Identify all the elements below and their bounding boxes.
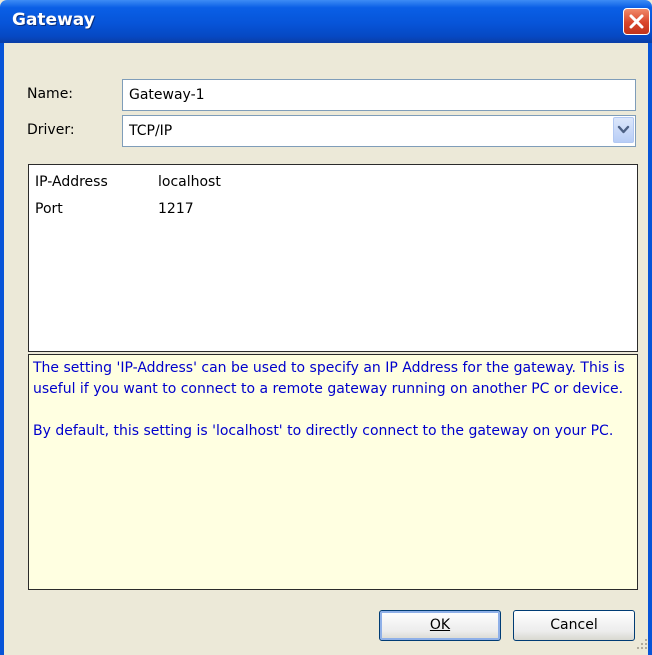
close-button[interactable] [623, 8, 650, 35]
name-field[interactable]: Gateway-1 [122, 79, 636, 111]
ok-button-label: OK [429, 617, 451, 633]
description-paragraph: By default, this setting is 'localhost' … [33, 423, 614, 439]
property-name: IP-Address [35, 174, 108, 190]
cancel-button-label: Cancel [550, 617, 598, 633]
window-frame-right [648, 43, 652, 655]
property-value[interactable]: localhost [158, 174, 221, 190]
property-value[interactable]: 1217 [158, 201, 194, 217]
title-bar[interactable]: Gateway [0, 0, 652, 43]
driver-label: Driver: [27, 122, 75, 138]
ok-button[interactable]: OK [379, 610, 501, 641]
property-name: Port [35, 201, 63, 217]
driver-select[interactable]: TCP/IP [122, 115, 636, 147]
close-icon [629, 14, 644, 29]
driver-dropdown-button[interactable] [613, 117, 634, 143]
window-title: Gateway [12, 10, 95, 30]
driver-select-value: TCP/IP [129, 123, 173, 139]
gateway-dialog: Gateway Name: Gateway-1 Driver: TCP/IP I… [0, 0, 652, 655]
resize-grip-icon[interactable] [636, 638, 648, 650]
name-label: Name: [27, 86, 74, 102]
chevron-down-icon [617, 125, 630, 134]
window-frame-left [0, 43, 4, 655]
cancel-button[interactable]: Cancel [513, 610, 635, 641]
property-grid[interactable]: IP-Address localhost Port 1217 [28, 164, 638, 352]
property-description: The setting 'IP-Address' can be used to … [28, 354, 638, 590]
description-paragraph: The setting 'IP-Address' can be used to … [33, 360, 625, 397]
